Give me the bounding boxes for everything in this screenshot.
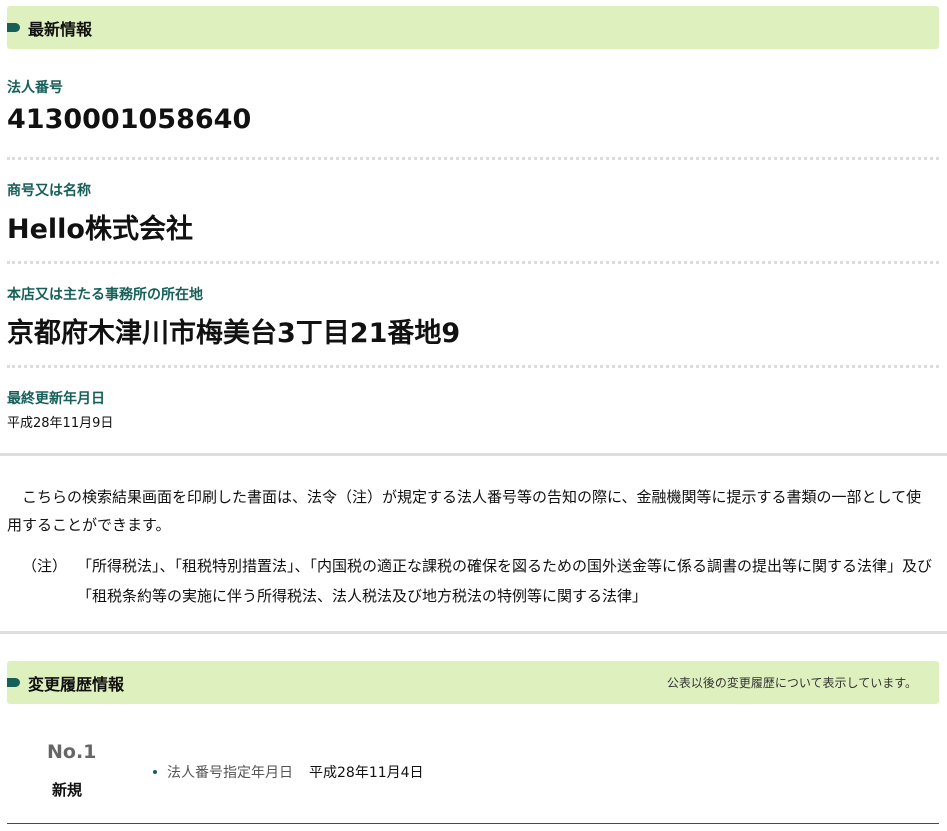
history-entry-no: No.1 bbox=[47, 741, 97, 763]
updated-label: 最終更新年月日 bbox=[7, 391, 105, 407]
history-entry-item: 法人番号指定年月日 平成28年11月4日 bbox=[153, 762, 424, 782]
corp-number-label: 法人番号 bbox=[7, 80, 63, 96]
latest-info-title: 最新情報 bbox=[28, 19, 93, 39]
notice-paragraph: こちらの検索結果画面を印刷した書面は、法令（注）が規定する法人番号等の告知の際に… bbox=[7, 488, 922, 534]
history-item-label: 法人番号指定年月日 bbox=[167, 765, 293, 781]
note-text: 「所得税法」、「租税特別措置法」、「内国税の適正な課税の確保を図るための国外送金… bbox=[77, 557, 933, 605]
corp-name-label: 商号又は名称 bbox=[7, 183, 91, 199]
corp-name-value: Hello株式会社 bbox=[7, 214, 193, 245]
history-entry-kind: 新規 bbox=[52, 781, 83, 799]
section-marker-icon bbox=[7, 23, 20, 32]
latest-info-header: 最新情報 bbox=[7, 6, 939, 49]
section-separator bbox=[0, 631, 947, 634]
history-bottom-border bbox=[7, 823, 939, 824]
section-separator bbox=[0, 453, 947, 456]
divider bbox=[7, 261, 939, 264]
history-header-note: 公表以後の変更履歴について表示しています。 bbox=[666, 676, 917, 690]
note-mark: （注） bbox=[22, 557, 68, 575]
notice-note: （注） 「所得税法」、「租税特別措置法」、「内国税の適正な課税の確保を図るための… bbox=[22, 551, 937, 611]
history-header: 変更履歴情報 公表以後の変更履歴について表示しています。 bbox=[7, 661, 939, 704]
updated-value: 平成28年11月9日 bbox=[7, 416, 114, 431]
address-value: 京都府木津川市梅美台3丁目21番地9 bbox=[7, 318, 461, 349]
divider bbox=[7, 157, 939, 160]
divider bbox=[7, 365, 939, 368]
corp-number-value: 4130001058640 bbox=[7, 104, 252, 135]
history-item-value: 平成28年11月4日 bbox=[309, 765, 424, 781]
history-title: 変更履歴情報 bbox=[28, 674, 125, 694]
address-label: 本店又は主たる事務所の所在地 bbox=[7, 287, 203, 303]
bullet-icon bbox=[153, 770, 157, 774]
section-marker-icon bbox=[7, 678, 20, 687]
